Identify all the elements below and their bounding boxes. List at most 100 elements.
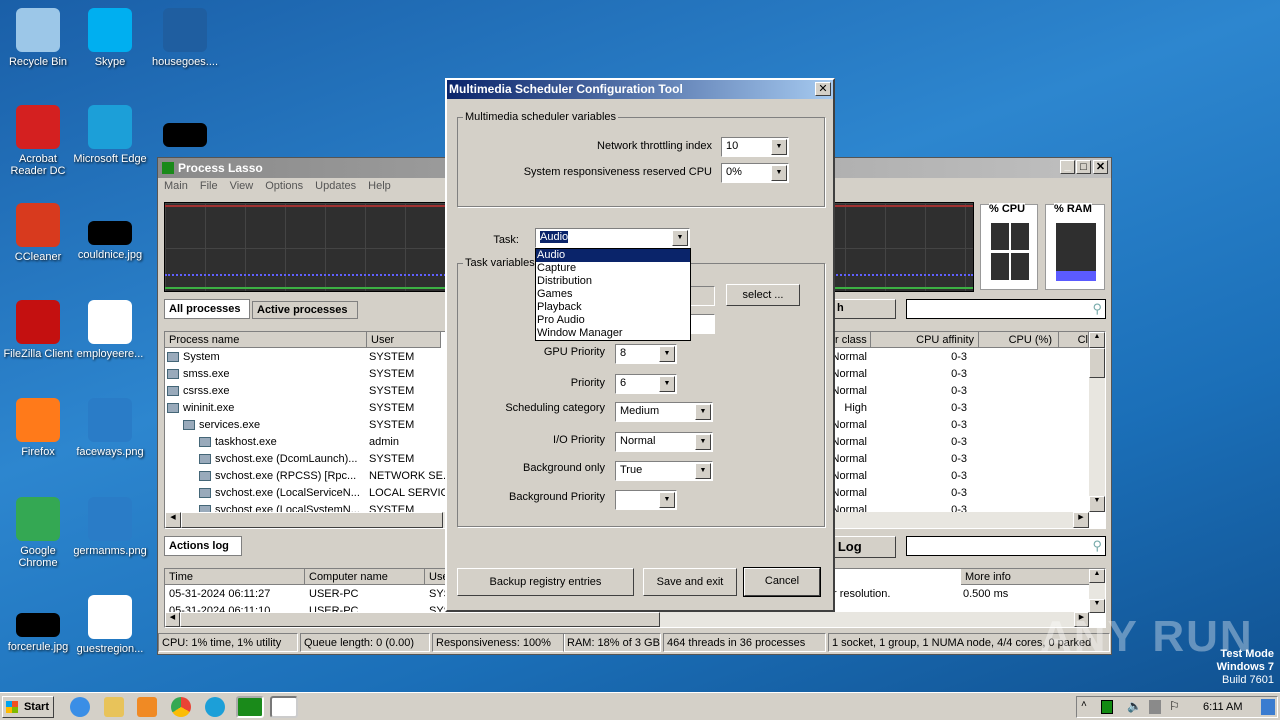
desktop-icon[interactable]: Acrobat Reader DC bbox=[0, 105, 76, 177]
col-cpu-percent[interactable]: CPU (%) bbox=[979, 332, 1059, 348]
scheduling-category-select[interactable]: Medium ▼ bbox=[615, 402, 713, 422]
menu-item[interactable]: File bbox=[200, 180, 218, 196]
process-user: admin bbox=[369, 436, 399, 448]
desktop-icon[interactable]: housegoes.... bbox=[147, 8, 223, 68]
task-option[interactable]: Playback bbox=[536, 301, 690, 314]
desktop-icon[interactable]: Firefox bbox=[0, 398, 76, 458]
task-select[interactable]: Audio ▼ bbox=[535, 228, 690, 248]
mmcss-tool-taskbar-icon[interactable] bbox=[270, 696, 298, 718]
desktop-icon[interactable]: Microsoft Edge bbox=[72, 105, 148, 165]
io-priority-label: I/O Priority bbox=[553, 434, 605, 446]
chrome-icon[interactable] bbox=[171, 697, 191, 717]
green-tray-icon[interactable] bbox=[1101, 700, 1113, 714]
menu-item[interactable]: Options bbox=[265, 180, 303, 196]
col-process-name[interactable]: Process name bbox=[165, 332, 367, 348]
io-priority-select[interactable]: Normal ▼ bbox=[615, 432, 713, 452]
process-user: SYSTEM bbox=[369, 385, 415, 397]
select-button[interactable]: select ... bbox=[726, 284, 800, 306]
col-computer-name[interactable]: Computer name bbox=[305, 569, 425, 585]
process-user: SYSTEM bbox=[369, 351, 415, 363]
desktop-icon[interactable]: Recycle Bin bbox=[0, 8, 76, 68]
search-button[interactable]: h bbox=[834, 299, 896, 319]
volume-icon[interactable]: 🔈 bbox=[1127, 699, 1142, 713]
task-option[interactable]: Window Manager bbox=[536, 327, 690, 340]
backup-registry-button[interactable]: Backup registry entries bbox=[457, 568, 634, 596]
menu-item[interactable]: Help bbox=[368, 180, 391, 196]
process-icon bbox=[199, 488, 211, 499]
show-hidden-icons[interactable]: ˄ bbox=[1081, 699, 1087, 710]
task-option[interactable]: Games bbox=[536, 288, 690, 301]
menu-bar: Main File View Options Updates Help bbox=[164, 180, 391, 196]
maximize-button[interactable]: □ bbox=[1076, 160, 1091, 174]
test-mode-line: Test Mode bbox=[1220, 648, 1274, 660]
log-vertical-scrollbar[interactable]: ▲ ▼ bbox=[1089, 569, 1105, 613]
col-user[interactable]: User bbox=[367, 332, 441, 348]
desktop-icon[interactable]: CCleaner bbox=[0, 203, 76, 263]
app-icon bbox=[162, 162, 174, 174]
task-option[interactable]: Pro Audio bbox=[536, 314, 690, 327]
log-horizontal-scrollbar[interactable]: ◀ ▶ bbox=[165, 612, 1089, 627]
dialog-close-button[interactable]: ✕ bbox=[815, 82, 831, 96]
task-option[interactable]: Capture bbox=[536, 262, 690, 275]
clock[interactable]: 6:11 AM bbox=[1203, 701, 1243, 713]
desktop-icon[interactable]: faceways.png bbox=[72, 398, 148, 458]
desktop-icon[interactable]: Google Chrome bbox=[0, 497, 76, 569]
process-lasso-taskbar-icon[interactable] bbox=[236, 696, 264, 718]
chevron-down-icon: ▼ bbox=[659, 376, 675, 392]
tab-active-processes[interactable]: Active processes bbox=[252, 301, 358, 319]
desktop-icon[interactable]: couldnice.jpg bbox=[72, 203, 148, 261]
window-title: Process Lasso bbox=[178, 161, 263, 175]
start-button[interactable]: Start bbox=[2, 696, 54, 718]
network-icon[interactable] bbox=[1149, 700, 1161, 714]
minimize-button[interactable]: _ bbox=[1060, 160, 1075, 174]
ram-meter: % RAM bbox=[1045, 203, 1105, 290]
col-time[interactable]: Time bbox=[165, 569, 305, 585]
save-and-exit-button[interactable]: Save and exit bbox=[643, 568, 737, 596]
background-priority-select[interactable]: ▼ bbox=[615, 490, 677, 510]
media-player-icon[interactable] bbox=[137, 697, 157, 717]
desktop-icon[interactable]: germanms.png bbox=[72, 497, 148, 557]
process-search-input[interactable]: ⚲ bbox=[906, 299, 1106, 319]
desktop-icon[interactable]: employeere... bbox=[72, 300, 148, 360]
menu-item[interactable]: Updates bbox=[315, 180, 356, 196]
gpu-priority-select[interactable]: 8 ▼ bbox=[615, 344, 677, 364]
log-search-input[interactable]: ⚲ bbox=[906, 536, 1106, 556]
log-action: r resolution. bbox=[833, 588, 891, 600]
tab-all-processes[interactable]: All processes bbox=[164, 299, 250, 319]
process-icon bbox=[199, 437, 211, 448]
desktop-icon-label: employeere... bbox=[76, 348, 144, 360]
network-throttling-select[interactable]: 10 ▼ bbox=[721, 137, 789, 157]
tab-actions-log[interactable]: Actions log bbox=[164, 536, 242, 556]
file-icon bbox=[88, 398, 132, 442]
system-responsiveness-select[interactable]: 0% ▼ bbox=[721, 163, 789, 183]
desktop-icon-label: guestregion... bbox=[76, 643, 144, 655]
cpu-meter: % CPU bbox=[980, 203, 1038, 290]
menu-item[interactable]: Main bbox=[164, 180, 188, 196]
desktop-icon[interactable]: guestregion... bbox=[72, 595, 148, 655]
action-center-flag-icon[interactable]: ⚐ bbox=[1169, 699, 1180, 713]
desktop-icon[interactable] bbox=[147, 105, 223, 151]
desktop-icon[interactable]: Skype bbox=[72, 8, 148, 68]
desktop-icon[interactable]: FileZilla Client bbox=[0, 300, 76, 360]
cancel-button[interactable]: Cancel bbox=[743, 567, 821, 597]
dialog-title-bar[interactable]: Multimedia Scheduler Configuration Tool bbox=[447, 80, 833, 99]
task-dropdown-list: Audio Capture Distribution Games Playback Pro… bbox=[535, 248, 691, 341]
edge-icon[interactable] bbox=[205, 697, 225, 717]
close-button[interactable]: ✕ bbox=[1093, 160, 1108, 174]
task-option[interactable]: Audio bbox=[536, 249, 690, 262]
ie-icon[interactable] bbox=[70, 697, 90, 717]
process-name: svchost.exe (DcomLaunch)... bbox=[215, 453, 358, 465]
col-priority-class[interactable]: r class bbox=[831, 332, 871, 348]
desktop-icon[interactable]: forcerule.jpg bbox=[0, 595, 76, 653]
log-computer: USER-PC bbox=[309, 588, 359, 600]
menu-item[interactable]: View bbox=[230, 180, 254, 196]
vertical-scrollbar[interactable]: ▲ ▼ bbox=[1089, 332, 1105, 512]
col-cpu-affinity[interactable]: CPU affinity bbox=[871, 332, 979, 348]
task-option[interactable]: Distribution bbox=[536, 275, 690, 288]
col-cpu-more[interactable]: Cl bbox=[1059, 332, 1089, 348]
priority-select[interactable]: 6 ▼ bbox=[615, 374, 677, 394]
show-desktop-button[interactable] bbox=[1261, 699, 1275, 715]
explorer-icon[interactable] bbox=[104, 697, 124, 717]
background-only-select[interactable]: True ▼ bbox=[615, 461, 713, 481]
col-more-info[interactable]: More info bbox=[961, 569, 1091, 585]
